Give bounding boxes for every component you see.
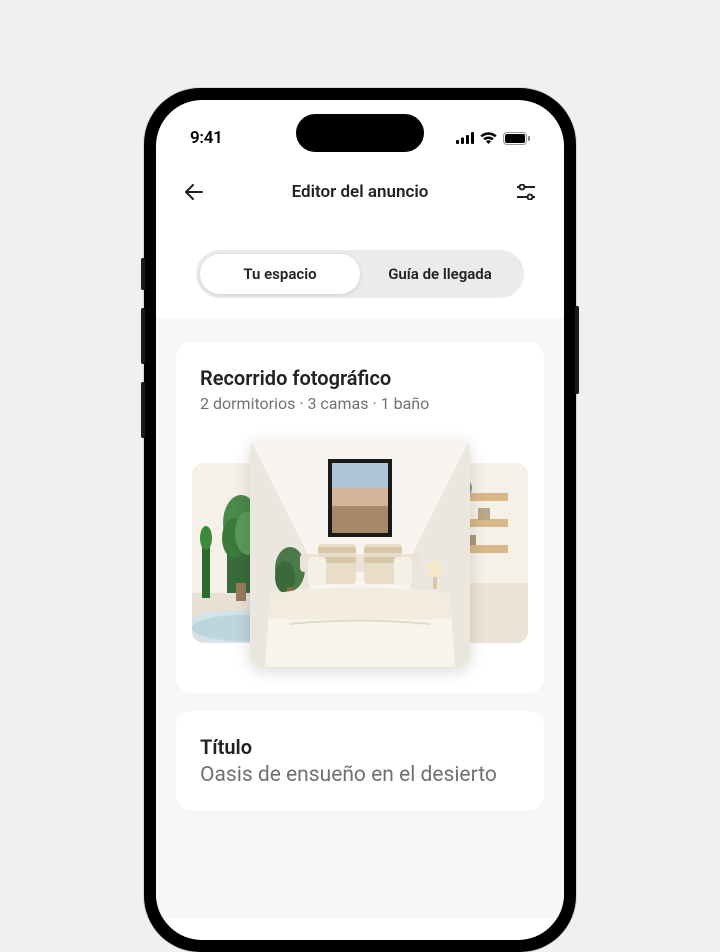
bedroom-image-icon xyxy=(250,439,470,667)
screen: 9:41 xyxy=(156,100,564,940)
tab-your-space[interactable]: Tu espacio xyxy=(200,254,360,294)
back-arrow-icon xyxy=(185,184,203,200)
status-icons xyxy=(456,132,530,145)
filter-icon xyxy=(517,184,535,200)
photo-carousel xyxy=(200,437,520,669)
photo-tour-subtitle: 2 dormitorios · 3 camas · 1 baño xyxy=(200,394,520,413)
wifi-icon xyxy=(480,132,497,144)
title-value: Oasis de ensueño en el desierto xyxy=(200,763,520,787)
tab-arrival-guide[interactable]: Guía de llegada xyxy=(360,254,520,294)
tabs: Tu espacio Guía de llegada xyxy=(196,250,524,298)
header-title: Editor del anuncio xyxy=(292,182,429,202)
phone-frame: 9:41 xyxy=(144,88,576,952)
content: Recorrido fotográfico 2 dormitorios · 3 … xyxy=(156,318,564,918)
title-card[interactable]: Título Oasis de ensueño en el desierto xyxy=(176,711,544,811)
title-label: Título xyxy=(200,735,520,759)
photo-tour-title: Recorrido fotográfico xyxy=(200,366,520,390)
status-time: 9:41 xyxy=(190,128,223,148)
settings-button[interactable] xyxy=(510,176,542,208)
battery-icon xyxy=(503,132,530,145)
dynamic-island xyxy=(296,114,424,152)
cellular-icon xyxy=(456,132,474,144)
header: Editor del anuncio xyxy=(156,158,564,222)
photo-center[interactable] xyxy=(250,439,470,667)
photo-tour-card[interactable]: Recorrido fotográfico 2 dormitorios · 3 … xyxy=(176,342,544,693)
back-button[interactable] xyxy=(178,176,210,208)
